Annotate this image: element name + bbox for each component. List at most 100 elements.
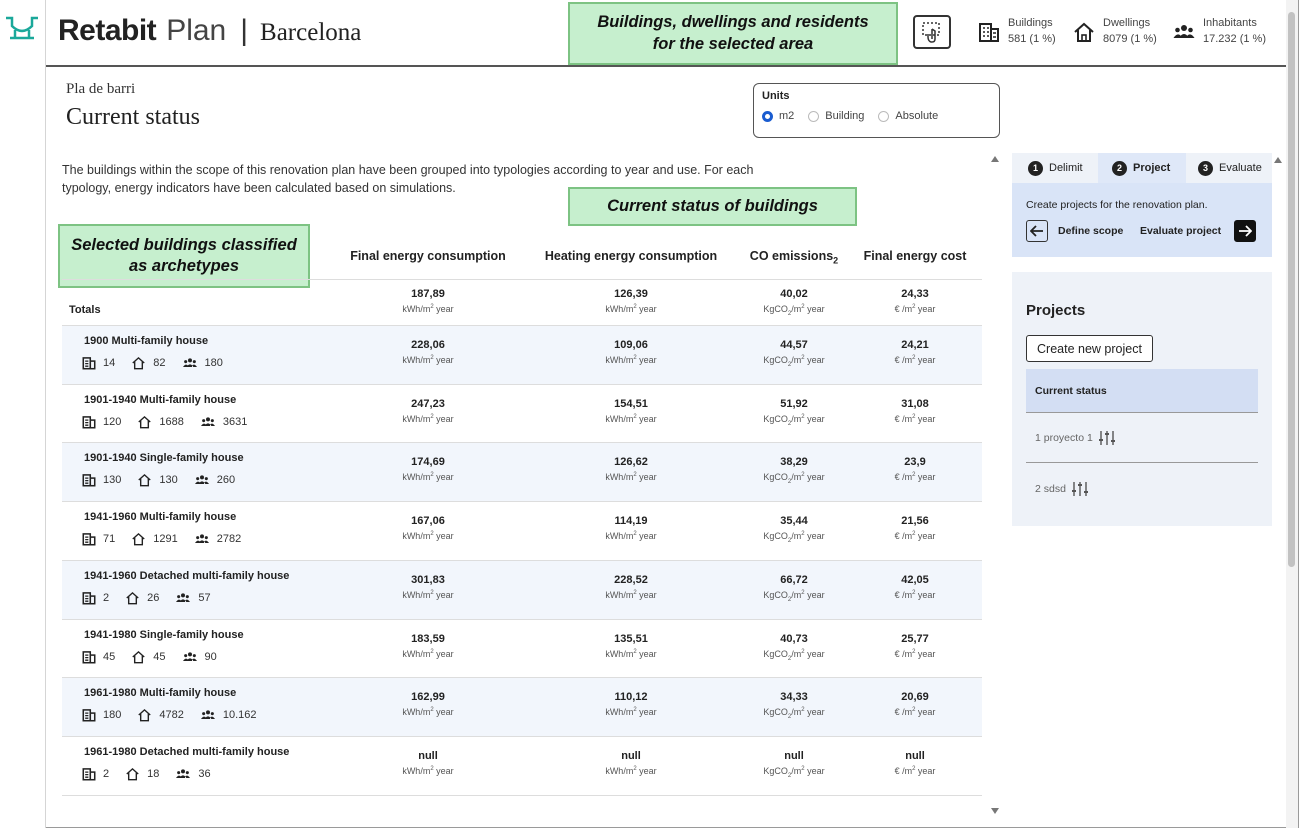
cell-value: 228,06 bbox=[411, 339, 445, 351]
units-option-building[interactable]: Building bbox=[808, 110, 864, 122]
table-row[interactable]: 1901-1940 Multi-family house 120 1688 3631 2… bbox=[62, 385, 982, 443]
cell-value: 24,33 bbox=[901, 288, 929, 300]
dwellings-icon bbox=[138, 473, 152, 487]
inhabitants-icon bbox=[1173, 25, 1195, 38]
archetype-name: 1961-1980 Detached multi-family house bbox=[84, 746, 290, 758]
project-item[interactable]: 1 proyecto 1 bbox=[1026, 413, 1258, 463]
back-button[interactable] bbox=[1026, 220, 1048, 242]
archetype-stats: 120 1688 3631 bbox=[82, 415, 263, 429]
row-dwellings: 26 bbox=[147, 592, 160, 604]
brand-name: Retabit bbox=[58, 14, 157, 47]
radio-unselected-icon[interactable] bbox=[878, 110, 890, 122]
tab-evaluate[interactable]: 3 Evaluate bbox=[1186, 153, 1272, 183]
archetype-name: 1901-1940 Multi-family house bbox=[84, 394, 237, 406]
evaluate-project-label[interactable]: Evaluate project bbox=[1140, 225, 1221, 237]
row-inhabitants: 180 bbox=[204, 357, 223, 369]
row-buildings: 120 bbox=[103, 416, 122, 428]
cell-value: 21,56 bbox=[901, 515, 929, 527]
buildings-icon bbox=[82, 416, 96, 429]
cell-unit: € /m2 year bbox=[894, 707, 936, 717]
cell-cost: 21,56 € /m2 year bbox=[855, 515, 975, 541]
define-scope-label[interactable]: Define scope bbox=[1058, 225, 1123, 237]
cell-cost: 25,77 € /m2 year bbox=[855, 633, 975, 659]
inhabitants-icon bbox=[194, 534, 209, 543]
cell-cost: 24,33 € /m2 year bbox=[855, 288, 975, 314]
row-dwellings: 4782 bbox=[159, 709, 184, 721]
cell-value: 40,02 bbox=[780, 288, 808, 300]
sliders-icon[interactable] bbox=[1071, 481, 1089, 497]
units-option-m2[interactable]: m2 bbox=[762, 110, 794, 122]
cell-value: 110,12 bbox=[614, 691, 648, 703]
sliders-icon[interactable] bbox=[1098, 430, 1116, 446]
cell-unit: € /m2 year bbox=[894, 649, 936, 659]
table-scrollbar[interactable] bbox=[990, 155, 1000, 815]
area-select-button[interactable] bbox=[913, 15, 951, 49]
archetype-name: 1901-1940 Single-family house bbox=[84, 452, 244, 464]
stat-dwellings: Dwellings 8079 (1 %) bbox=[1073, 15, 1157, 47]
table-row[interactable]: 1941-1960 Multi-family house 71 1291 2782 16… bbox=[62, 502, 982, 561]
project-step-panel: Create projects for the renovation plan.… bbox=[1012, 183, 1272, 257]
panel-scrollbar[interactable] bbox=[1274, 156, 1282, 164]
archetype-stats: 2 18 36 bbox=[82, 767, 227, 781]
table-row[interactable]: 1941-1960 Detached multi-family house 2 26… bbox=[62, 561, 982, 620]
cell-final: 187,89 kWh/m2 year bbox=[368, 288, 488, 314]
cell-value: 35,44 bbox=[780, 515, 808, 527]
archetype-name: 1941-1960 Detached multi-family house bbox=[84, 570, 290, 582]
stat-dwellings-value: 8079 (1 %) bbox=[1103, 33, 1157, 45]
cell-unit: € /m2 year bbox=[894, 472, 936, 482]
row-buildings: 45 bbox=[103, 651, 116, 663]
cell-unit: kWh/m2 year bbox=[605, 304, 657, 314]
table-row[interactable]: 1901-1940 Single-family house 130 130 260 17… bbox=[62, 443, 982, 502]
table-row[interactable]: 1941-1980 Single-family house 45 45 90 183,5… bbox=[62, 620, 982, 678]
cell-unit: KgCO2/m2 year bbox=[763, 355, 825, 368]
row-buildings: 14 bbox=[103, 357, 116, 369]
window-scrollbar-thumb[interactable] bbox=[1288, 12, 1295, 567]
dwellings-icon bbox=[1074, 22, 1094, 42]
cell-cost: 31,08 € /m2 year bbox=[855, 398, 975, 424]
city-name: Barcelona bbox=[260, 19, 362, 46]
radio-unselected-icon[interactable] bbox=[808, 110, 820, 122]
cell-value: null bbox=[418, 750, 438, 762]
cell-cost: 24,21 € /m2 year bbox=[855, 339, 975, 365]
inhabitants-icon bbox=[182, 652, 197, 661]
cell-cost: 20,69 € /m2 year bbox=[855, 691, 975, 717]
brand-title[interactable]: Retabit Plan | Barcelona bbox=[58, 14, 361, 48]
arrow-right-icon bbox=[1239, 225, 1252, 237]
cell-heating: 154,51 kWh/m2 year bbox=[571, 398, 691, 424]
row-inhabitants: 90 bbox=[204, 651, 217, 663]
archetype-stats: 2 26 57 bbox=[82, 591, 227, 605]
projects-panel: Projects Create new project Current stat… bbox=[1012, 272, 1272, 526]
create-project-button[interactable]: Create new project bbox=[1026, 335, 1153, 362]
archetype-stats: 180 4782 10.162 bbox=[82, 708, 273, 722]
cell-value: 31,08 bbox=[901, 398, 929, 410]
page-title: Current status bbox=[66, 104, 200, 130]
col-co2-emissions: CO emissions2 bbox=[749, 249, 839, 266]
arrow-left-icon bbox=[1030, 225, 1043, 237]
table-row[interactable]: 1900 Multi-family house 14 82 180 228,06 kWh/… bbox=[62, 326, 982, 385]
buildings-icon bbox=[82, 709, 96, 722]
project-item[interactable]: 2 sdsd bbox=[1026, 464, 1258, 514]
buildings-icon bbox=[82, 592, 96, 605]
table-row[interactable]: 1961-1980 Multi-family house 180 4782 10.16… bbox=[62, 678, 982, 737]
cell-final: null kWh/m2 year bbox=[368, 750, 488, 776]
radio-selected-icon[interactable] bbox=[762, 110, 773, 122]
units-option-absolute[interactable]: Absolute bbox=[878, 110, 938, 122]
row-buildings: 130 bbox=[103, 474, 122, 486]
inhabitants-icon bbox=[176, 593, 191, 602]
row-inhabitants: 57 bbox=[198, 592, 211, 604]
window-scrollbar[interactable] bbox=[1286, 0, 1298, 828]
left-strip bbox=[0, 0, 46, 828]
cell-heating: null kWh/m2 year bbox=[571, 750, 691, 776]
cell-cost: 23,9 € /m2 year bbox=[855, 456, 975, 482]
table-row[interactable]: 1961-1980 Detached multi-family house 2 18… bbox=[62, 737, 982, 796]
retabit-logo-icon[interactable] bbox=[4, 14, 40, 42]
current-status-item[interactable]: Current status bbox=[1026, 369, 1258, 413]
tab-delimit[interactable]: 1 Delimit bbox=[1012, 153, 1098, 183]
cell-unit: KgCO2/m2 year bbox=[763, 649, 825, 662]
next-button[interactable] bbox=[1234, 220, 1256, 242]
buildings-icon bbox=[82, 474, 96, 487]
row-inhabitants: 2782 bbox=[216, 533, 242, 545]
tab-project[interactable]: 2 Project bbox=[1098, 153, 1186, 183]
cell-unit: kWh/m2 year bbox=[402, 531, 454, 541]
cell-value: 38,29 bbox=[780, 456, 808, 468]
